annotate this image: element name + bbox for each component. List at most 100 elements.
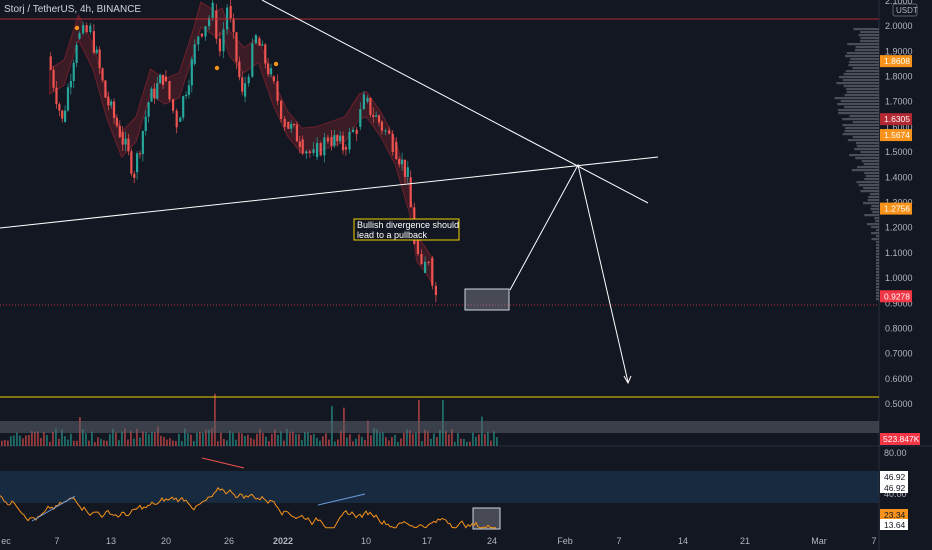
volume-overlay [0, 421, 879, 433]
profile-bar [860, 31, 879, 34]
candle-body [391, 133, 394, 153]
time-label: 7 [616, 536, 621, 546]
price-tick-label: 1.0000 [885, 273, 913, 283]
profile-bar [858, 184, 879, 187]
profile-bar [864, 214, 879, 217]
candle-body [69, 80, 72, 88]
profile-bar [855, 46, 879, 49]
profile-bar [860, 151, 879, 154]
rsi-tick-80: 80.00 [884, 448, 907, 458]
price-tick-label: 1.9000 [885, 46, 913, 56]
candle-body [133, 173, 136, 178]
profile-bar [846, 88, 879, 91]
profile-bar [876, 292, 879, 295]
candle-body [409, 177, 412, 208]
candle-body [161, 74, 165, 85]
candle-body [305, 151, 308, 154]
profile-bar [876, 289, 879, 292]
volume-bar [427, 430, 429, 446]
volume-bar [196, 432, 198, 446]
candle-body [427, 261, 430, 264]
volume-bar [265, 436, 267, 446]
annotation-line-2: lead to a pullback [357, 230, 428, 240]
profile-bar [869, 193, 879, 196]
candle-body [98, 49, 101, 69]
candle-body [66, 87, 70, 111]
volume-bar [412, 433, 414, 446]
volume-bar [145, 432, 147, 446]
candle-body [197, 36, 200, 45]
annotation-line-1: Bullish divergence should [357, 220, 459, 230]
candle-body [272, 76, 275, 82]
time-label: 7 [54, 536, 59, 546]
currency-label: USDT [896, 6, 918, 15]
volume-bar [7, 440, 9, 446]
candle-body [200, 33, 203, 37]
volume-bar [238, 432, 240, 446]
profile-bar [851, 169, 879, 172]
volume-bar [403, 432, 405, 446]
divergence-box[interactable] [464, 288, 510, 311]
volume-bar [142, 431, 144, 446]
volume-bar [49, 441, 51, 446]
profile-bar [854, 148, 879, 151]
volume-bar [181, 440, 183, 446]
profile-bar [871, 232, 879, 235]
candle-body [150, 88, 153, 102]
time-label: 7 [871, 536, 876, 546]
time-label: ec [1, 536, 11, 546]
volume-bar [316, 437, 318, 446]
volume-bar [85, 433, 87, 446]
candle-body [366, 97, 369, 102]
candle-body [229, 5, 232, 19]
candle-body [222, 29, 225, 52]
candle-body [138, 153, 142, 155]
candle-body [110, 101, 113, 106]
volume-bar [241, 433, 243, 446]
volume-bar [58, 438, 60, 446]
candle-body [232, 18, 235, 33]
candle-body [218, 38, 221, 52]
candle-body [292, 124, 296, 126]
volume-bar [154, 432, 156, 446]
candle-body [339, 135, 342, 142]
volume-bar [496, 437, 498, 446]
symbol-title[interactable]: Storj / TetherUS, 4h, BINANCE [4, 4, 141, 15]
profile-bar [857, 166, 879, 169]
candle-body [316, 143, 319, 158]
price-tick-label: 1.8000 [885, 71, 913, 81]
volume-bar [22, 438, 24, 446]
profile-bar [863, 202, 879, 205]
profile-bar [861, 160, 879, 163]
volume-bar [70, 433, 72, 446]
profile-bar [876, 259, 879, 262]
candle-body [312, 149, 315, 153]
candle-body [130, 151, 133, 174]
trading-chart[interactable]: Bullish divergence should lead to a pull… [0, 0, 932, 550]
profile-bar [855, 157, 879, 160]
candle-body [372, 114, 375, 117]
volume-bar [202, 432, 204, 446]
volume-bar [229, 430, 231, 446]
profile-bar [876, 277, 879, 280]
candle-body [136, 153, 139, 173]
candle-body [323, 137, 326, 156]
volume-bar [226, 440, 228, 446]
profile-bar [842, 118, 879, 121]
candle-body [261, 44, 264, 46]
profile-bar [854, 49, 879, 52]
profile-bar [860, 190, 879, 193]
profile-bar [876, 271, 879, 274]
profile-bar [837, 109, 879, 112]
volume-bar [121, 431, 123, 446]
volume-bar [361, 436, 363, 446]
profile-bar [872, 211, 879, 214]
volume-bar [388, 440, 390, 446]
volume-bar [100, 438, 102, 446]
candle-body [172, 99, 175, 111]
volume-bar [322, 436, 324, 446]
candle-body [52, 69, 55, 88]
volume-bar [46, 435, 48, 446]
profile-bar [876, 298, 879, 301]
volume-bar [193, 441, 195, 446]
